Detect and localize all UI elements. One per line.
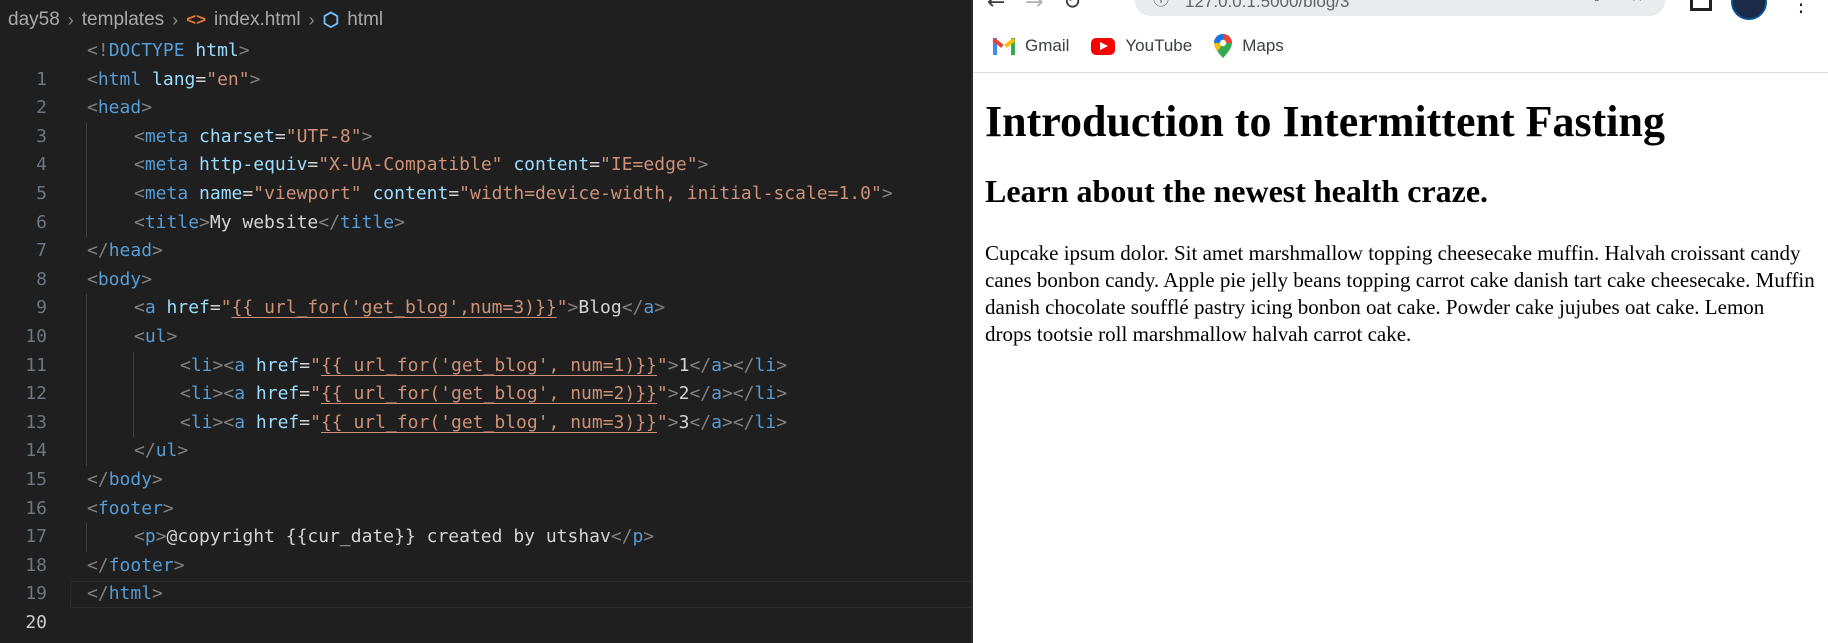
- profile-avatar[interactable]: [1731, 0, 1767, 20]
- indent-guide: [86, 294, 87, 323]
- extensions-icon[interactable]: [1690, 0, 1712, 11]
- code-line[interactable]: 14 <li><a href="{{ url_for('get_blog', n…: [0, 408, 973, 461]
- code-line[interactable]: 1 <!DOCTYPE html>: [0, 37, 973, 90]
- breadcrumb-file-index[interactable]: index.html: [214, 9, 301, 31]
- page-paragraph: Cupcake ipsum dolor. Sit amet marshmallo…: [985, 241, 1815, 346]
- jinja-template-expression[interactable]: {{ url_for('get_blog', num=2)}}: [321, 383, 657, 404]
- symbol-element-icon: ⬡: [322, 9, 340, 31]
- bookmark-label: YouTube: [1125, 36, 1193, 55]
- code-line[interactable]: 19 </footer>: [0, 552, 973, 605]
- gmail-icon: [992, 37, 1016, 55]
- maps-icon: [1214, 34, 1233, 58]
- code-line[interactable]: 5 <meta http-equiv="X-UA-Compatible" con…: [0, 151, 973, 204]
- code-line[interactable]: 13 <li><a href="{{ url_for('get_blog', n…: [0, 380, 973, 433]
- code-line[interactable]: 6 <meta name="viewport" content="width=d…: [0, 179, 973, 233]
- breadcrumb-symbol-html[interactable]: html: [347, 9, 383, 31]
- jinja-template-expression[interactable]: {{ url_for('get_blog', num=3)}}: [321, 412, 657, 433]
- bookmark-star-icon[interactable]: ☆: [1630, 0, 1644, 5]
- indent-guide: [86, 122, 87, 152]
- code-line[interactable]: 9 <body>: [0, 266, 973, 319]
- code-line[interactable]: 4 <meta charset="UTF-8">: [0, 122, 973, 175]
- line-number: 20: [25, 611, 47, 633]
- code-line[interactable]: 18 <p>@copyright {{cur_date}} created by…: [0, 523, 973, 576]
- indent-guide: [86, 322, 87, 352]
- code-line[interactable]: 7 <title>My website</title>: [0, 208, 973, 261]
- browser-window: ← → ↻ ⓘ 127.0.0.1:5000/blog/3 ⇪ ☆ ⋮ Gmai…: [973, 0, 1828, 643]
- indent-guide: [86, 523, 87, 552]
- bookmarks-bar: Gmail YouTube Maps: [973, 28, 1828, 64]
- bookmark-gmail[interactable]: Gmail: [992, 36, 1070, 56]
- site-info-icon[interactable]: ⓘ: [1153, 0, 1169, 10]
- bookmark-maps[interactable]: Maps: [1214, 34, 1284, 58]
- indent-guide: [86, 179, 87, 209]
- indent-guide: [86, 380, 87, 409]
- back-arrow-icon[interactable]: ←: [987, 0, 1005, 15]
- page-heading: Introduction to Intermittent Fasting: [985, 97, 1665, 146]
- code-line[interactable]: 16 </body>: [0, 466, 973, 519]
- bookmark-label: Maps: [1242, 36, 1284, 55]
- indent-guide: [86, 351, 87, 381]
- toolbar-divider: [973, 72, 1828, 73]
- reload-icon[interactable]: ↻: [1063, 0, 1081, 15]
- code-area[interactable]: 1 <!DOCTYPE html> 2 <html lang="en"> 3 <…: [0, 37, 973, 633]
- breadcrumb-folder-templates[interactable]: templates: [82, 9, 164, 31]
- indent-guide: [86, 408, 87, 438]
- indent-guide: [86, 208, 87, 238]
- breadcrumb-folder-day58[interactable]: day58: [8, 9, 60, 31]
- jinja-template-expression[interactable]: {{ url_for('get_blog',num=3)}}: [232, 297, 557, 318]
- chevron-right-icon: ›: [67, 9, 74, 30]
- indent-guide: [133, 380, 134, 409]
- indent-guide: [86, 437, 87, 466]
- code-line[interactable]: 15 </ul>: [0, 437, 973, 490]
- code-line[interactable]: 17 <footer>: [0, 495, 973, 548]
- address-bar[interactable]: ⓘ 127.0.0.1:5000/blog/3 ⇪ ☆: [1135, 0, 1665, 16]
- bookmark-youtube[interactable]: YouTube: [1091, 36, 1192, 56]
- youtube-icon: [1091, 37, 1116, 55]
- browser-toolbar: ← → ↻ ⓘ 127.0.0.1:5000/blog/3 ⇪ ☆ ⋮: [973, 0, 1828, 20]
- address-bar-url[interactable]: 127.0.0.1:5000/blog/3: [1185, 0, 1349, 12]
- jinja-template-expression[interactable]: {{ url_for('get_blog', num=1)}}: [321, 355, 657, 376]
- breadcrumb: day58 › templates › <> index.html › ⬡ ht…: [8, 7, 383, 33]
- code-line[interactable]: 8 </head>: [0, 237, 973, 290]
- indent-guide: [133, 408, 134, 438]
- indent-guide: [133, 351, 134, 381]
- chevron-right-icon: ›: [172, 9, 179, 30]
- code-line[interactable]: 11 <ul>: [0, 322, 973, 376]
- share-icon[interactable]: ⇪: [1590, 0, 1603, 5]
- html-file-icon: <>: [186, 10, 207, 29]
- code-line[interactable]: 12 <li><a href="{{ url_for('get_blog', n…: [0, 351, 973, 404]
- bookmark-label: Gmail: [1025, 36, 1070, 55]
- forward-arrow-icon[interactable]: →: [1025, 0, 1043, 15]
- kebab-menu-icon[interactable]: ⋮: [1791, 0, 1811, 16]
- code-line[interactable]: 2 <html lang="en">: [0, 66, 973, 119]
- indent-guide: [86, 151, 87, 180]
- code-editor-pane[interactable]: day58 › templates › <> index.html › ⬡ ht…: [0, 0, 973, 643]
- chevron-right-icon: ›: [308, 9, 315, 30]
- code-line[interactable]: 3 <head>: [0, 94, 973, 147]
- code-line[interactable]: 10 <a href="{{ url_for('get_blog',num=3)…: [0, 294, 973, 347]
- page-subheading: Learn about the newest health craze.: [985, 173, 1489, 209]
- web-page-content: Introduction to Intermittent Fasting Lea…: [985, 96, 1815, 348]
- code-line-current[interactable]: 20 </html>: [0, 580, 973, 633]
